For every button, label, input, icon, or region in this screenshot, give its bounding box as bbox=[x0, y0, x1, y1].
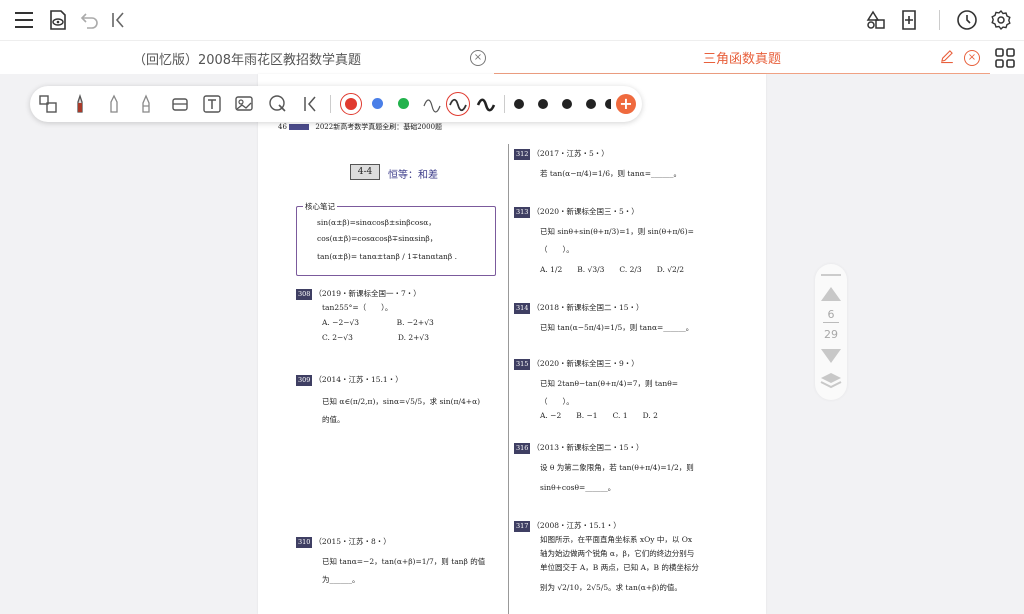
eraser-icon[interactable] bbox=[168, 92, 192, 116]
layers-icon[interactable] bbox=[815, 372, 847, 394]
size-dot[interactable] bbox=[562, 99, 572, 109]
total-pages: 29 bbox=[824, 328, 838, 341]
question-line: 已知 tanα=−2，tan(α+β)=1/7，则 tanβ 的值 bbox=[322, 557, 486, 566]
tab-recall-exam[interactable]: （回忆版）2008年雨花区教招数学真题 bbox=[0, 41, 494, 75]
settings-icon[interactable] bbox=[989, 8, 1013, 32]
page-divider bbox=[815, 322, 847, 323]
core-notes-box: 核心笔记 sin(α±β)=sinαcosβ±sinβcosα， cos(α±β… bbox=[296, 201, 496, 276]
tab-trig-exam[interactable]: 三角函数真题 bbox=[494, 41, 990, 75]
question-line: （ ）。 bbox=[540, 397, 574, 406]
question-line: A. 1/2 B. √3/3 C. 2/3 D. √2/2 bbox=[540, 265, 685, 274]
question-line: 已知 α∈(π/2,π)，sinα=√5/5，求 sin(π/4+α) bbox=[322, 397, 481, 406]
question-line: 如图所示，在平面直角坐标系 xOy 中，以 Ox bbox=[540, 535, 693, 544]
current-page: 6 bbox=[827, 308, 835, 321]
pen-icon[interactable] bbox=[68, 92, 92, 116]
question-line: 为______。 bbox=[322, 575, 360, 584]
question-header: 315 （2020・新课标全国三・9・） bbox=[514, 359, 639, 370]
question-header: 312 （2017・江苏・5・） bbox=[514, 149, 609, 160]
grid-view-icon[interactable] bbox=[993, 46, 1017, 70]
stroke-thick-icon[interactable] bbox=[474, 92, 498, 116]
question-header: 310 （2015・江苏・8・） bbox=[296, 537, 391, 548]
collapse-icon[interactable] bbox=[298, 92, 322, 116]
history-icon[interactable] bbox=[955, 8, 979, 32]
question-line: 轴为始边做两个锐角 α，β，它们的终边分别与 bbox=[540, 549, 695, 558]
lasso-select-icon[interactable] bbox=[36, 92, 60, 116]
header-bar bbox=[289, 124, 310, 130]
question-line: sinθ+cosθ=______。 bbox=[540, 483, 616, 492]
pencil-icon[interactable] bbox=[102, 92, 126, 116]
collapse-left-icon[interactable] bbox=[106, 8, 130, 32]
tab-label: （回忆版）2008年雨花区教招数学真题 bbox=[132, 52, 362, 68]
question-header: 314 （2018・新课标全国二・15・） bbox=[514, 303, 644, 314]
question-line: 别为 √2/10，2√5/5。求 tan(α+β)的值。 bbox=[540, 583, 682, 592]
image-icon[interactable] bbox=[232, 92, 256, 116]
divider bbox=[504, 95, 505, 113]
shapes-icon[interactable] bbox=[864, 8, 888, 32]
text-box-icon[interactable] bbox=[200, 92, 224, 116]
document-page[interactable]: 46 2022新高考数学真题全刷：基础2000题 4-4 恒等：和差 核心笔记 … bbox=[258, 74, 766, 614]
tab-bar: （回忆版）2008年雨花区教招数学真题 × 三角函数真题 × bbox=[0, 40, 1024, 75]
question-line: A. −2−√3 B. −2+√3 bbox=[322, 318, 434, 327]
question-line: 设 θ 为第二象限角，若 tan(θ+π/4)=1/2，则 bbox=[540, 463, 694, 472]
color-swatch-blue[interactable] bbox=[372, 98, 383, 109]
note-title: 核心笔记 bbox=[303, 201, 337, 212]
question-header: 313 （2020・新课标全国三・5・） bbox=[514, 207, 639, 218]
top-bar bbox=[0, 0, 1024, 40]
next-page-icon[interactable] bbox=[815, 348, 847, 367]
question-header: 316 （2013・新课标全国二・15・） bbox=[514, 443, 644, 454]
question-line: 的值。 bbox=[322, 415, 345, 424]
undo-icon[interactable] bbox=[78, 8, 102, 32]
note-line: cos(α±β)=cosαcosβ∓sinαsinβ， bbox=[317, 234, 438, 243]
question-line: 若 tan(α−π/4)=1/6，则 tanα=______。 bbox=[540, 169, 682, 178]
size-dot-partial[interactable] bbox=[605, 99, 611, 109]
question-header: 308 （2019・新课标全国一・7・） bbox=[296, 289, 421, 300]
color-swatch-red[interactable] bbox=[345, 98, 357, 110]
divider bbox=[330, 95, 331, 113]
close-icon[interactable]: × bbox=[964, 50, 980, 66]
document-viewer[interactable]: 46 2022新高考数学真题全刷：基础2000题 4-4 恒等：和差 核心笔记 … bbox=[0, 74, 1024, 614]
note-line: sin(α±β)=sinαcosβ±sinβcosα， bbox=[317, 218, 436, 227]
nav-grip bbox=[815, 274, 847, 276]
question-line: tan255°=（ ）。 bbox=[322, 303, 393, 312]
close-icon[interactable]: × bbox=[470, 50, 486, 66]
size-dot[interactable] bbox=[514, 99, 524, 109]
stroke-thin-icon[interactable] bbox=[420, 92, 444, 116]
question-line: C. 2−√3 D. 2+√3 bbox=[322, 333, 429, 342]
app-window: （回忆版）2008年雨花区教招数学真题 × 三角函数真题 × 46 2022新高… bbox=[0, 0, 1024, 614]
prev-page-icon[interactable] bbox=[815, 286, 847, 305]
color-swatch-green[interactable] bbox=[398, 98, 409, 109]
question-line: （ ）。 bbox=[540, 245, 574, 254]
add-color-button[interactable]: + bbox=[616, 94, 636, 114]
header-title: 2022新高考数学真题全刷：基础2000题 bbox=[315, 123, 443, 131]
add-page-icon[interactable] bbox=[898, 8, 922, 32]
edit-icon[interactable] bbox=[938, 47, 956, 65]
question-line: 已知 sinθ+sin(θ+π/3)=1，则 sin(θ+π/6)= bbox=[540, 227, 694, 236]
note-line: tan(α±β)= tanα±tanβ / 1∓tanαtanβ . bbox=[317, 252, 457, 261]
question-line: A. −2 B. −1 C. 1 D. 2 bbox=[540, 411, 658, 420]
section-title: 恒等：和差 bbox=[388, 170, 438, 181]
page-header: 46 2022新高考数学真题全刷：基础2000题 bbox=[278, 122, 442, 132]
stroke-medium-icon[interactable] bbox=[446, 92, 470, 116]
question-header: 317 （2008・江苏・15.1・） bbox=[514, 521, 621, 532]
column-divider bbox=[508, 144, 509, 614]
page-number: 46 bbox=[278, 123, 287, 131]
size-dot[interactable] bbox=[538, 99, 548, 109]
tab-label: 三角函数真题 bbox=[702, 51, 781, 67]
section-number: 4-4 bbox=[350, 164, 380, 180]
question-line: 单位圆交于 A，B 两点，已知 A，B 的横坐标分 bbox=[540, 563, 699, 572]
highlighter-icon[interactable] bbox=[134, 92, 158, 116]
size-dot[interactable] bbox=[586, 99, 596, 109]
drawing-toolbar: + bbox=[30, 86, 642, 122]
question-line: 已知 tan(α−5π/4)=1/5，则 tanα=______。 bbox=[540, 323, 694, 332]
page-navigator: 6 29 bbox=[815, 264, 847, 400]
question-line: 已知 2tanθ−tan(θ+π/4)=7，则 tanθ= bbox=[540, 379, 679, 388]
divider bbox=[939, 10, 940, 30]
eye-document-icon[interactable] bbox=[46, 8, 70, 32]
shape-select-icon[interactable] bbox=[266, 92, 290, 116]
question-header: 309 （2014・江苏・15.1・） bbox=[296, 375, 403, 386]
menu-icon[interactable] bbox=[12, 8, 36, 32]
